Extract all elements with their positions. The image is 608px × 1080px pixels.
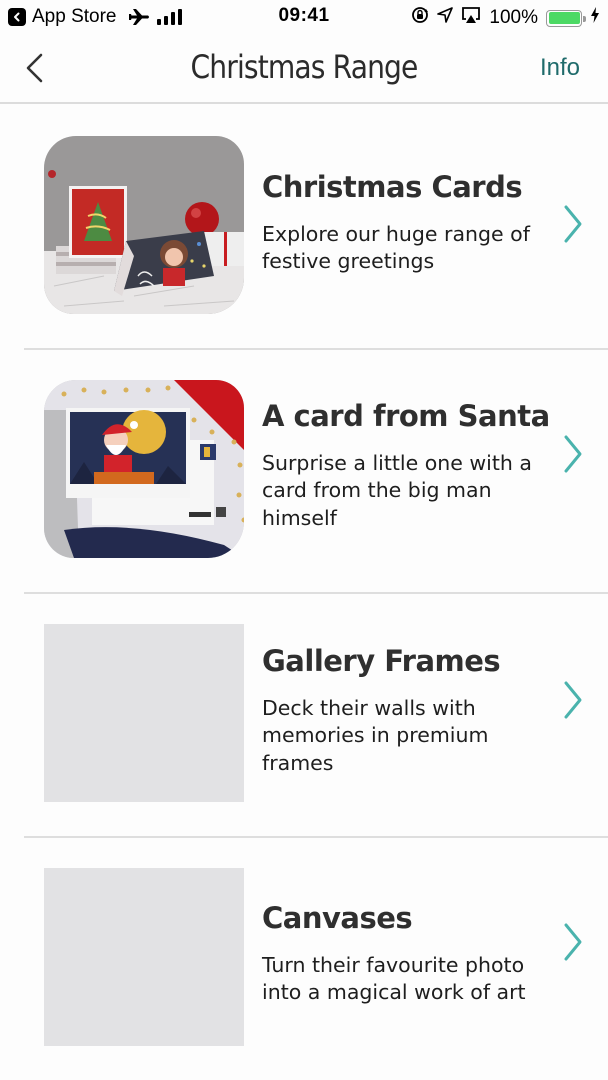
rotation-lock-icon bbox=[411, 6, 429, 30]
christmas-cards-photo bbox=[44, 136, 244, 314]
back-to-app-label[interactable]: App Store bbox=[32, 6, 117, 28]
item-description: Deck their walls with memories in premiu… bbox=[262, 695, 489, 775]
item-title: Canvases bbox=[262, 901, 413, 935]
battery-level bbox=[548, 12, 580, 24]
list-item-christmas-cards[interactable]: Christmas Cards Explore our huge range o… bbox=[0, 106, 608, 350]
item-title: Gallery Frames bbox=[262, 644, 501, 678]
battery-icon bbox=[546, 9, 586, 27]
santa-card-photo bbox=[44, 380, 244, 558]
airplay-icon bbox=[461, 6, 481, 30]
status-bar: App Store 09:41 100% bbox=[0, 0, 608, 34]
battery-percent: 100% bbox=[489, 7, 538, 28]
back-to-app-icon[interactable] bbox=[8, 8, 26, 26]
chevron-right-icon bbox=[564, 923, 582, 961]
chevron-right-icon bbox=[564, 681, 582, 719]
airplane-icon bbox=[128, 8, 151, 26]
item-description: Explore our huge range of festive greeti… bbox=[262, 221, 530, 274]
list-item-gallery-frames[interactable]: Gallery Frames Deck their walls with mem… bbox=[0, 594, 608, 838]
item-title: A card from Santa bbox=[262, 399, 550, 433]
list-item-canvases[interactable]: Canvases Turn their favourite photo into… bbox=[0, 838, 608, 1080]
chevron-right-icon bbox=[564, 435, 582, 473]
charging-bolt-icon bbox=[590, 7, 600, 29]
gallery-frames-image-placeholder bbox=[44, 624, 244, 802]
info-button[interactable]: Info bbox=[540, 54, 580, 82]
page-title: Christmas Range bbox=[190, 48, 419, 86]
navigation-bar: Christmas Range Info bbox=[0, 34, 608, 104]
item-title: Christmas Cards bbox=[262, 170, 523, 204]
chevron-right-icon bbox=[564, 205, 582, 243]
signal-icon bbox=[156, 9, 183, 25]
list-item-card-from-santa[interactable]: A card from Santa Surprise a little one … bbox=[0, 350, 608, 594]
item-description: Surprise a little one with a card from t… bbox=[262, 450, 532, 530]
canvases-image-placeholder bbox=[44, 868, 244, 1046]
product-list: Christmas Cards Explore our huge range o… bbox=[0, 106, 608, 1080]
location-icon bbox=[437, 7, 454, 29]
item-description: Turn their favourite photo into a magica… bbox=[262, 952, 526, 1005]
